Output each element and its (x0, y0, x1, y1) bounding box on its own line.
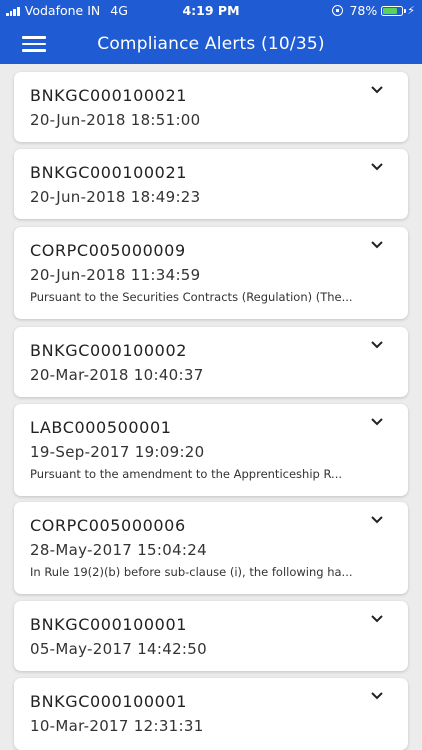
alert-id: BNKGC000100001 (30, 615, 188, 634)
alert-date: 05-May-2017 14:42:50 (30, 640, 207, 658)
battery-percent: 78% (349, 3, 378, 18)
alert-card[interactable]: LABC000500001 19-Sep-2017 19:09:20 Pursu… (14, 404, 408, 496)
alert-card[interactable]: CORPC005000009 20-Jun-2018 11:34:59 Purs… (14, 227, 408, 319)
alert-id: BNKGC000100002 (30, 341, 188, 360)
alert-date: 19-Sep-2017 19:09:20 (30, 443, 205, 461)
alert-id: BNKGC000100001 (30, 692, 188, 711)
alert-id: CORPC005000009 (30, 241, 186, 260)
rotation-lock-icon (332, 5, 344, 16)
charging-icon: ⚡ (407, 4, 415, 17)
status-right: 78% ⚡ (332, 3, 415, 18)
chevron-down-icon[interactable] (370, 162, 384, 172)
alert-card[interactable]: BNKGC000100001 05-May-2017 14:42:50 (14, 601, 408, 671)
alert-id: BNKGC000100021 (30, 163, 188, 182)
status-bar: Vodafone IN 4G 4:19 PM 78% ⚡ (0, 0, 422, 22)
alert-date: 20-Mar-2018 10:40:37 (30, 366, 204, 384)
chevron-down-icon[interactable] (370, 240, 384, 250)
alert-date: 10-Mar-2017 12:31:31 (30, 717, 204, 735)
alert-date: 28-May-2017 15:04:24 (30, 541, 207, 559)
alert-id: BNKGC000100021 (30, 86, 188, 105)
chevron-down-icon[interactable] (370, 515, 384, 525)
alert-id: LABC000500001 (30, 418, 172, 437)
chevron-down-icon[interactable] (370, 614, 384, 624)
alert-id: CORPC005000006 (30, 516, 186, 535)
alert-card[interactable]: BNKGC000100002 20-Mar-2018 10:40:37 (14, 327, 408, 397)
alert-description: In Rule 19(2)(b) before sub-clause (i), … (30, 565, 353, 579)
alert-description: Pursuant to the Securities Contracts (Re… (30, 290, 353, 304)
alert-description: Pursuant to the amendment to the Apprent… (30, 467, 343, 481)
chevron-down-icon[interactable] (370, 417, 384, 427)
alert-card[interactable]: BNKGC000100001 10-Mar-2017 12:31:31 (14, 678, 408, 750)
alert-date: 20-Jun-2018 18:51:00 (30, 111, 201, 129)
alert-date: 20-Jun-2018 18:49:23 (30, 188, 201, 206)
chevron-down-icon[interactable] (370, 691, 384, 701)
alert-card[interactable]: BNKGC000100021 20-Jun-2018 18:51:00 (14, 72, 408, 142)
battery-icon (381, 5, 406, 16)
alert-card[interactable]: BNKGC000100021 20-Jun-2018 18:49:23 (14, 149, 408, 219)
chevron-down-icon[interactable] (370, 85, 384, 95)
alert-card[interactable]: CORPC005000006 28-May-2017 15:04:24 In R… (14, 502, 408, 594)
page-title: Compliance Alerts (10/35) (97, 34, 325, 54)
chevron-down-icon[interactable] (370, 340, 384, 350)
app-header: Vodafone IN 4G 4:19 PM 78% ⚡ Compliance … (0, 0, 422, 64)
alert-date: 20-Jun-2018 11:34:59 (30, 266, 201, 284)
